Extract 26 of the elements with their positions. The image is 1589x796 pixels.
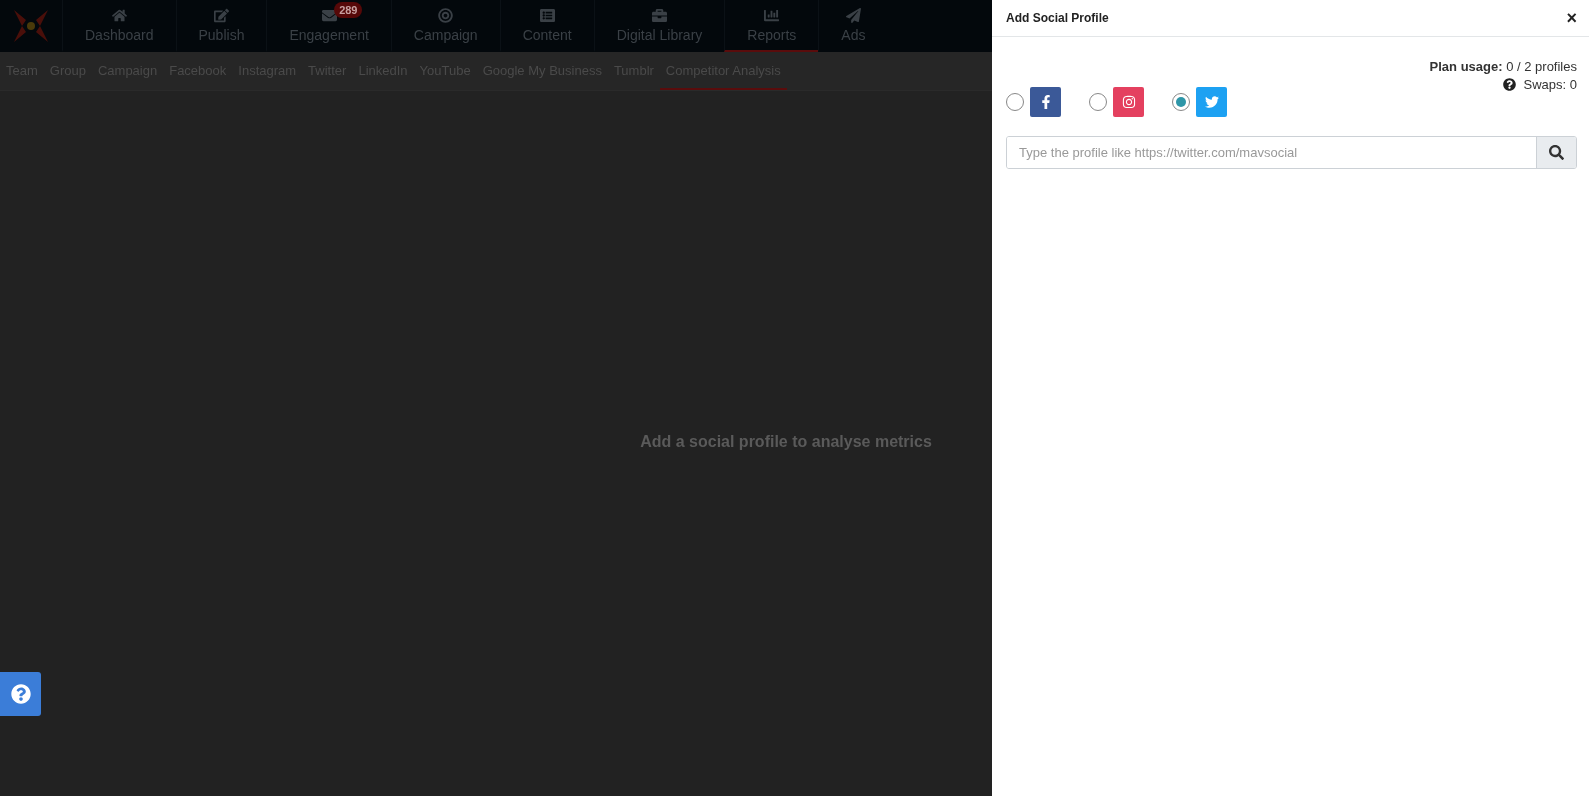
mail-icon [321,7,337,23]
edit-icon [213,7,229,23]
twitter-icon[interactable] [1196,87,1227,117]
question-icon [10,684,31,704]
profile-search-field[interactable]: Type the profile like https://twitter.com/mavsocial [1006,136,1577,169]
target-icon [438,7,454,23]
search-button[interactable] [1536,137,1576,168]
list-icon [539,7,555,23]
help-icon[interactable] [1502,78,1516,91]
send-icon [845,7,861,23]
help-button[interactable] [0,672,41,716]
briefcase-icon [652,7,667,23]
search-icon [1549,145,1564,160]
home-icon [111,7,127,23]
swaps-count: Swaps: 0 [1523,77,1577,92]
chart-icon [764,7,780,23]
radio-button[interactable] [1006,93,1024,111]
close-button[interactable]: × [1566,9,1577,27]
facebook-icon[interactable] [1030,87,1061,117]
count-badge: 289 [334,2,363,18]
radio-button[interactable] [1172,93,1190,111]
empty-message: Add a social profile to analyse metrics [640,432,932,451]
instagram-icon[interactable] [1113,87,1144,117]
plan-usage: Plan usage: 0 / 2 profiles [1429,59,1577,74]
radio-button[interactable] [1089,93,1107,111]
panel-title: Add Social Profile [1006,11,1109,25]
